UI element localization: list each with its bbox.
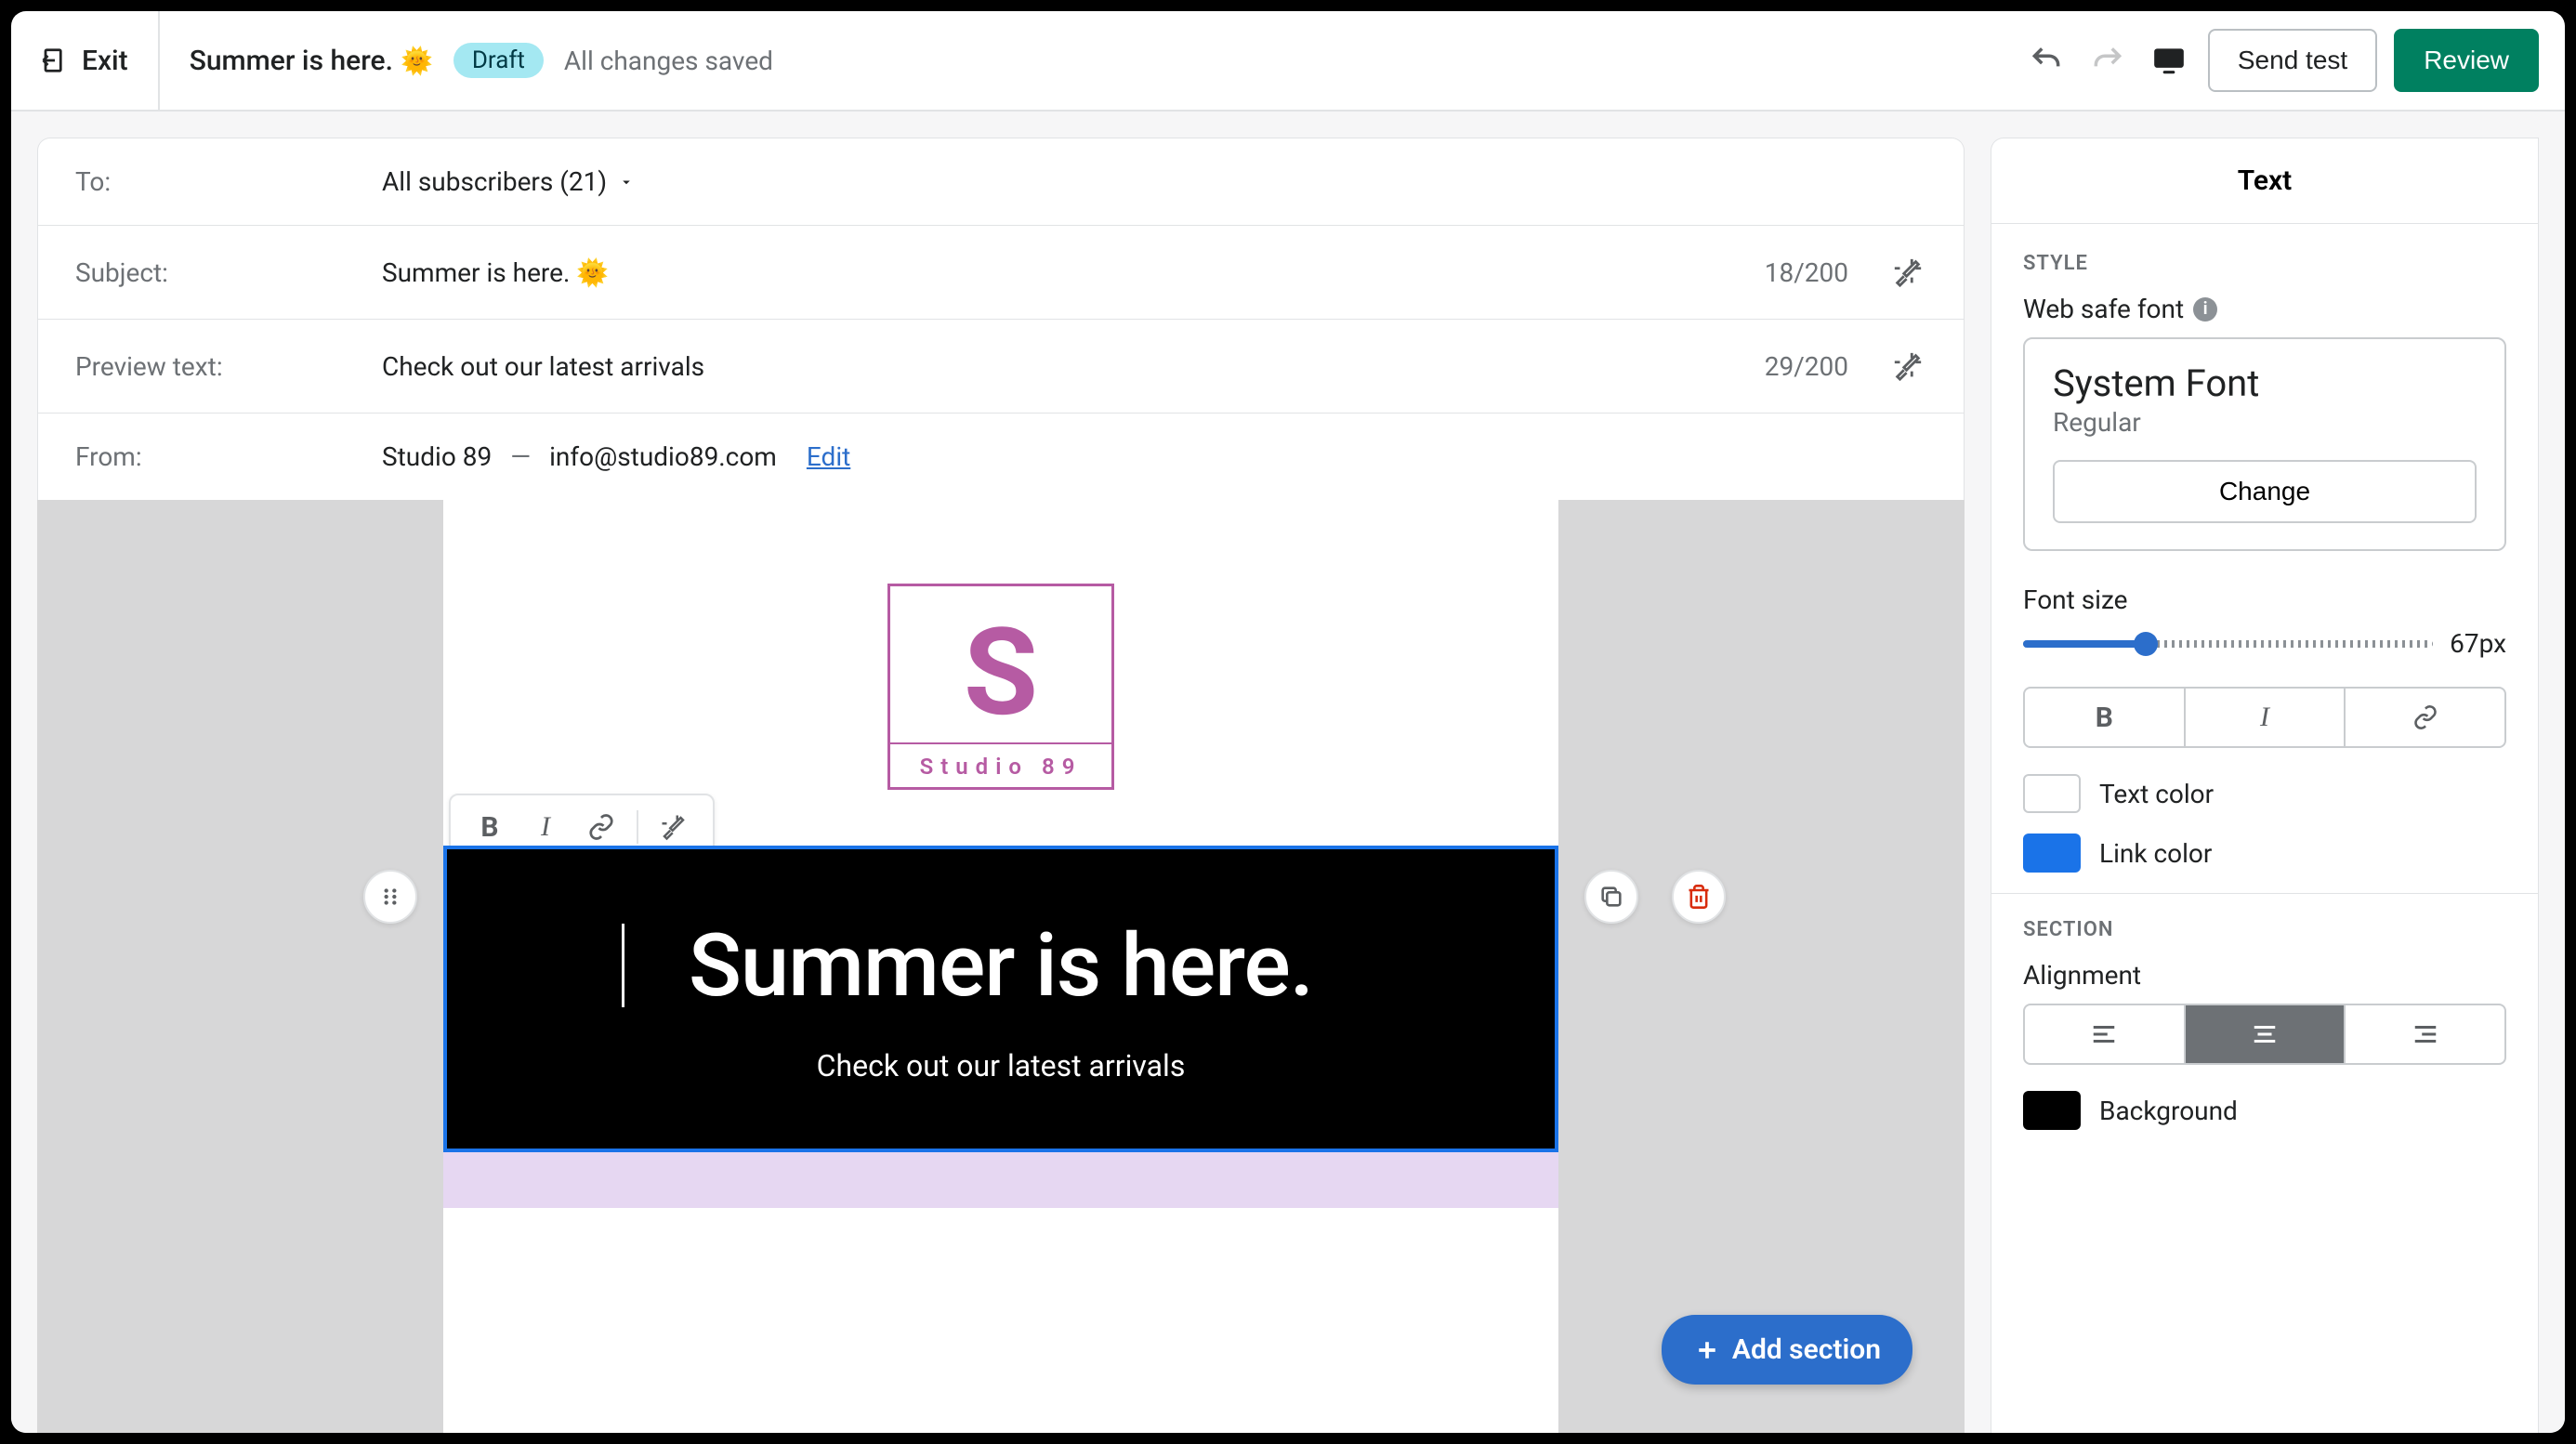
hero-title[interactable]: Summer is here.: [484, 914, 1518, 1017]
delete-button[interactable]: [1672, 870, 1726, 924]
hero-text-section[interactable]: Summer is here. Check out our latest arr…: [443, 846, 1558, 1152]
undo-button[interactable]: [2024, 38, 2069, 83]
text-cursor: [622, 924, 624, 1007]
edit-from-link[interactable]: Edit: [807, 441, 850, 472]
bold-button[interactable]: B: [464, 805, 516, 849]
link-color-label: Link color: [2099, 838, 2212, 869]
text-color-label: Text color: [2099, 779, 2214, 809]
ai-magic-button[interactable]: [648, 805, 700, 849]
redo-button[interactable]: [2085, 38, 2130, 83]
link-button[interactable]: [575, 805, 627, 849]
subject-value[interactable]: Summer is here. 🌞: [382, 257, 1746, 288]
exit-icon: [41, 46, 69, 74]
next-section-placeholder[interactable]: [443, 1152, 1558, 1208]
preview-label: Preview text:: [75, 351, 363, 382]
desktop-preview-button[interactable]: [2147, 38, 2191, 83]
preview-char-count: 29/200: [1765, 351, 1848, 382]
drag-handle[interactable]: [363, 870, 417, 924]
meta-row-to: To: All subscribers (21): [38, 138, 1964, 226]
alignment-label: Alignment: [2023, 960, 2506, 991]
style-section-label: STYLE: [2023, 252, 2506, 275]
font-picker: System Font Regular Change: [2023, 337, 2506, 551]
background-label: Background: [2099, 1096, 2238, 1126]
preview-ai-button[interactable]: [1889, 348, 1926, 385]
add-section-button[interactable]: Add section: [1662, 1315, 1912, 1385]
hero-subtitle[interactable]: Check out our latest arrivals: [484, 1048, 1518, 1083]
exit-button[interactable]: Exit: [11, 11, 160, 110]
fontsize-slider[interactable]: [2023, 640, 2433, 648]
italic-toggle[interactable]: I: [2184, 689, 2345, 746]
from-value: Studio 89 — info@studio89.com Edit: [382, 441, 1926, 472]
status-badge: Draft: [453, 43, 544, 78]
meta-row-subject: Subject: Summer is here. 🌞 18/200: [38, 226, 1964, 320]
fontsize-value: 67px: [2450, 628, 2506, 659]
email-meta-card: To: All subscribers (21) Subject: Summer…: [37, 138, 1965, 500]
plus-icon: [1693, 1336, 1721, 1364]
meta-row-preview: Preview text: Check out our latest arriv…: [38, 320, 1964, 414]
topbar: Exit Summer is here. 🌞 Draft All changes…: [11, 11, 2565, 112]
to-label: To:: [75, 166, 363, 197]
info-icon[interactable]: i: [2193, 297, 2217, 322]
align-left-button[interactable]: [2025, 1005, 2184, 1063]
alignment-segment: [2023, 1004, 2506, 1065]
duplicate-button[interactable]: [1584, 870, 1638, 924]
logo-name: Studio 89: [890, 744, 1111, 787]
align-right-button[interactable]: [2344, 1005, 2504, 1063]
websafe-font-label: Web safe font i: [2023, 294, 2506, 324]
sun-emoji: 🌞: [401, 46, 433, 76]
subject-char-count: 18/200: [1765, 257, 1848, 288]
font-weight: Regular: [2053, 407, 2477, 438]
exit-label: Exit: [82, 45, 128, 77]
background-color-swatch[interactable]: [2023, 1091, 2081, 1130]
change-font-button[interactable]: Change: [2053, 460, 2477, 523]
caret-down-icon: [618, 174, 635, 190]
save-status: All changes saved: [564, 46, 773, 76]
text-style-segment: B I: [2023, 687, 2506, 748]
section-section-label: SECTION: [2023, 918, 2506, 941]
text-color-swatch[interactable]: [2023, 774, 2081, 813]
logo-section[interactable]: S Studio 89: [887, 500, 1114, 846]
subject-label: Subject:: [75, 257, 363, 288]
font-name: System Font: [2053, 361, 2477, 405]
send-test-button[interactable]: Send test: [2208, 29, 2377, 92]
logo-letter: S: [890, 586, 1111, 742]
italic-button[interactable]: I: [519, 805, 572, 849]
link-toggle[interactable]: [2344, 689, 2504, 746]
bold-toggle[interactable]: B: [2025, 689, 2184, 746]
inspector-sidebar: Text STYLE Web safe font i System Font R…: [1991, 138, 2539, 1433]
doc-title: Summer is here. 🌞: [190, 45, 433, 77]
review-button[interactable]: Review: [2394, 29, 2539, 92]
fontsize-label: Font size: [2023, 584, 2506, 615]
align-center-button[interactable]: [2184, 1005, 2345, 1063]
sidebar-title: Text: [1991, 138, 2538, 224]
app-frame: Exit Summer is here. 🌞 Draft All changes…: [11, 11, 2565, 1433]
to-value[interactable]: All subscribers (21): [382, 166, 1926, 197]
subject-ai-button[interactable]: [1889, 254, 1926, 291]
from-label: From:: [75, 441, 363, 472]
link-color-swatch[interactable]: [2023, 834, 2081, 873]
email-canvas: S Studio 89 B I: [37, 500, 1965, 1433]
meta-row-from: From: Studio 89 — info@studio89.com Edit: [38, 414, 1964, 500]
preview-value[interactable]: Check out our latest arrivals: [382, 351, 1746, 382]
